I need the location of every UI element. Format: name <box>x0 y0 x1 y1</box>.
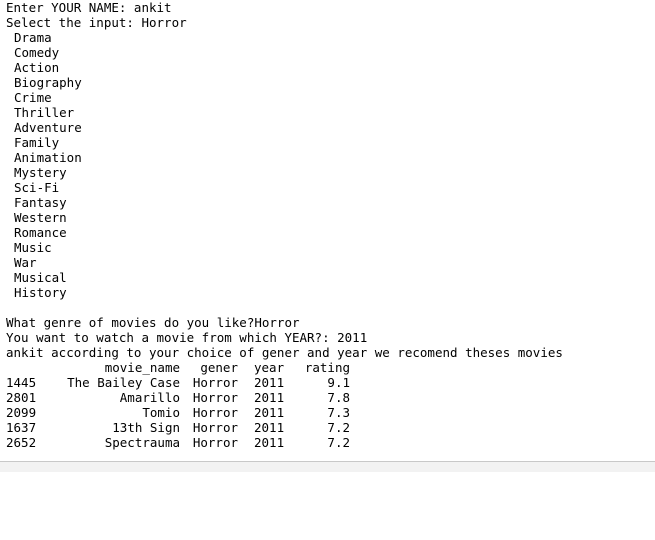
row-year: 2011 <box>254 390 285 405</box>
results-table: movie_name gener year rating 1445 The Ba… <box>6 360 651 450</box>
header-year: year <box>254 360 285 375</box>
genre-item: Family <box>14 135 60 150</box>
genre-item: Animation <box>14 150 82 165</box>
row-movie-name: Amarillo <box>119 390 180 405</box>
genre-item: History <box>14 285 67 300</box>
row-movie-name: The Bailey Case <box>67 375 180 390</box>
row-gener: Horror <box>192 405 238 420</box>
row-rating: 7.2 <box>327 435 350 450</box>
genre-item: Romance <box>14 225 67 240</box>
row-rating: 7.8 <box>327 390 350 405</box>
genre-item: Music <box>14 240 52 255</box>
header-gener: gener <box>200 360 238 375</box>
row-index: 1637 <box>6 420 37 435</box>
table-row: 2099 Tomio Horror 2011 7.3 <box>6 405 651 420</box>
genre-item: Thriller <box>14 105 75 120</box>
row-gener: Horror <box>192 435 238 450</box>
table-row: 1637 13th Sign Horror 2011 7.2 <box>6 420 651 435</box>
row-movie-name: Tomio <box>142 405 180 420</box>
row-gener: Horror <box>192 375 238 390</box>
row-index: 2801 <box>6 390 37 405</box>
genre-item: Adventure <box>14 120 82 135</box>
row-year: 2011 <box>254 435 285 450</box>
genre-item: Western <box>14 210 67 225</box>
genre-item: Fantasy <box>14 195 67 210</box>
console-output: Enter YOUR NAME: ankit Select the input:… <box>6 0 651 450</box>
row-rating: 7.3 <box>327 405 350 420</box>
row-rating: 9.1 <box>327 375 350 390</box>
genre-list: Drama Comedy Action Biography Crime Thri… <box>6 30 651 300</box>
genre-item: Sci-Fi <box>14 180 60 195</box>
name-prompt-line: Enter YOUR NAME: ankit <box>6 0 172 15</box>
header-rating: rating <box>304 360 350 375</box>
table-row: 2801 Amarillo Horror 2011 7.8 <box>6 390 651 405</box>
genre-item: Biography <box>14 75 82 90</box>
genre-item: Action <box>14 60 60 75</box>
table-row: 2652 Spectrauma Horror 2011 7.2 <box>6 435 651 450</box>
row-index: 2099 <box>6 405 37 420</box>
genre-question-line: What genre of movies do you like?Horror <box>6 315 300 330</box>
row-year: 2011 <box>254 420 285 435</box>
header-movie-name: movie_name <box>104 360 180 375</box>
genre-item: Crime <box>14 90 52 105</box>
genre-item: War <box>14 255 37 270</box>
row-index: 1445 <box>6 375 37 390</box>
row-year: 2011 <box>254 375 285 390</box>
row-rating: 7.2 <box>327 420 350 435</box>
table-header-row: movie_name gener year rating <box>6 360 651 375</box>
table-row: 1445 The Bailey Case Horror 2011 9.1 <box>6 375 651 390</box>
year-question-line: You want to watch a movie from which YEA… <box>6 330 368 345</box>
genre-item: Comedy <box>14 45 60 60</box>
recommendation-line: ankit according to your choice of gener … <box>6 345 563 360</box>
row-movie-name: Spectrauma <box>104 435 180 450</box>
row-gener: Horror <box>192 390 238 405</box>
genre-item: Drama <box>14 30 52 45</box>
select-input-line: Select the input: Horror <box>6 15 187 30</box>
row-movie-name: 13th Sign <box>112 420 180 435</box>
row-gener: Horror <box>192 420 238 435</box>
genre-item: Mystery <box>14 165 67 180</box>
row-index: 2652 <box>6 435 37 450</box>
genre-item: Musical <box>14 270 67 285</box>
console-input-area[interactable] <box>0 461 655 472</box>
row-year: 2011 <box>254 405 285 420</box>
